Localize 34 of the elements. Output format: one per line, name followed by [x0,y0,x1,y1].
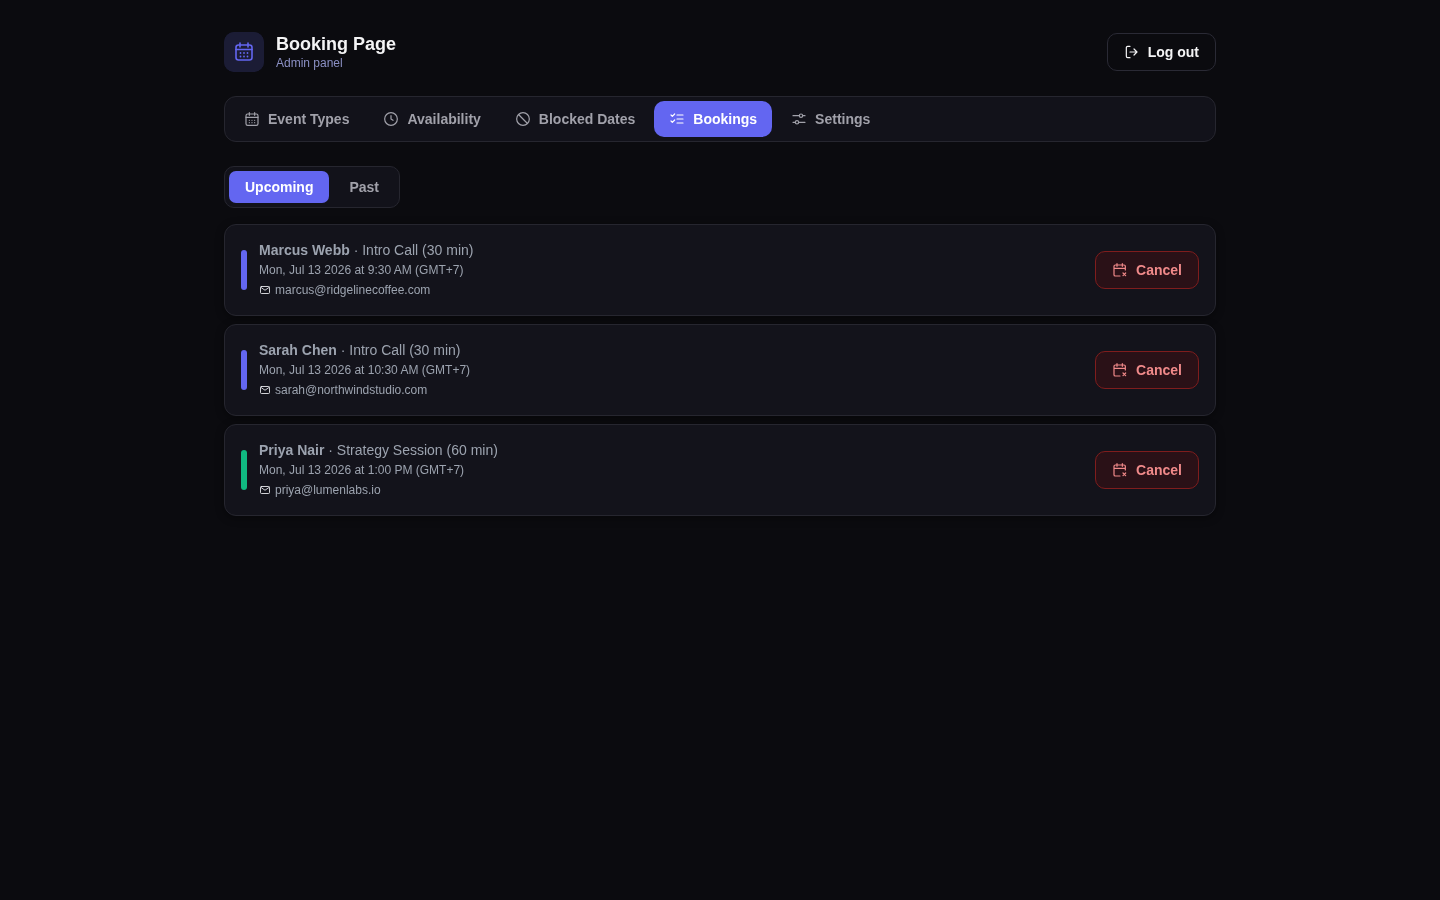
cancel-button[interactable]: Cancel [1095,351,1199,389]
logout-icon [1123,44,1140,60]
cancel-button[interactable]: Cancel [1095,251,1199,289]
sliders-icon [791,111,808,127]
booking-time: Mon, Jul 13 2026 at 10:30 AM (GMT+7) [259,362,472,379]
filter-tab[interactable]: Upcoming [229,171,330,203]
cancel-button[interactable]: Cancel [1095,451,1199,489]
filter-tab[interactable]: Past [333,171,396,203]
envelope-icon [259,484,271,496]
calendar-x-icon [1112,462,1129,478]
booking-time: Mon, Jul 13 2026 at 9:30 AM (GMT+7) [259,262,465,279]
booking-title: Marcus Webb · Intro Call (30 min) [259,241,475,260]
booking-email: priya@lumenlabs.io [275,482,381,499]
envelope-icon [259,284,271,296]
calendar-x-icon [1112,262,1129,278]
checklist-icon [669,111,686,127]
nav-tab[interactable]: Settings [776,101,886,137]
envelope-icon [259,384,271,396]
nav-tab[interactable]: Availability [368,101,496,137]
calendar-icon [244,111,260,127]
logout-button[interactable]: Log out [1106,33,1216,71]
booking-email: marcus@ridgelinecoffee.com [275,282,431,299]
app-subtitle: Admin panel [276,55,344,71]
calendar-x-icon [1112,362,1129,378]
booking-title: Sarah Chen · Intro Call (30 min) [259,341,462,360]
nav-tab[interactable]: Event Types [229,101,365,137]
app-title: Booking Page [276,33,396,55]
booking-email: sarah@northwindstudio.com [275,382,428,399]
booking-title: Priya Nair · Strategy Session (60 min) [259,441,499,460]
nav-tab[interactable]: Bookings [654,101,773,137]
clock-icon [383,111,400,127]
nav-tab[interactable]: Blocked Dates [499,101,651,137]
booking-time: Mon, Jul 13 2026 at 1:00 PM (GMT+7) [259,462,466,479]
prohibited-icon [514,111,531,127]
